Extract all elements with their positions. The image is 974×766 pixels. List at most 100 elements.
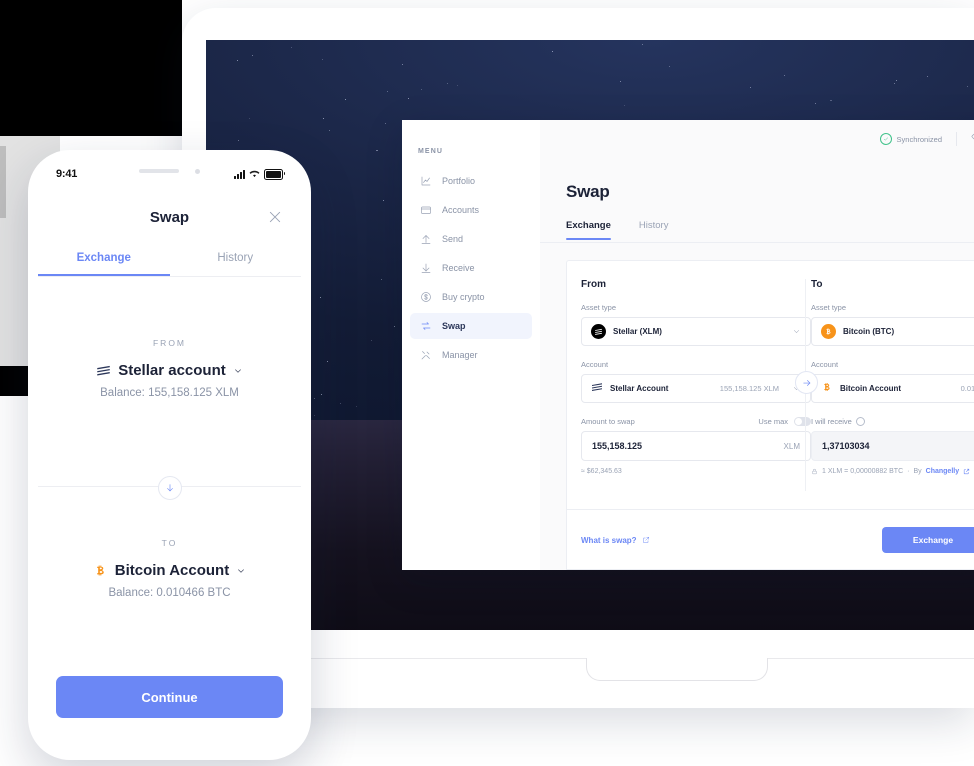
phone-from-balance: Balance: 155,158.125 XLM — [100, 387, 239, 399]
to-receive-label: I will receive — [811, 417, 974, 426]
phone-header: Swap — [38, 198, 301, 236]
phone-tab-exchange[interactable]: Exchange — [38, 240, 170, 276]
arrow-up-icon — [420, 233, 432, 245]
from-amount-input[interactable]: 155,158.125 XLM — [581, 431, 811, 461]
swap-columns: From Asset type Stellar (XLM) Account St… — [567, 261, 974, 509]
to-receive-label-text: I will receive — [811, 417, 852, 426]
exchange-button[interactable]: Exchange — [882, 527, 974, 553]
sidebar-item-receive[interactable]: Receive — [410, 255, 532, 281]
topbar-divider — [956, 132, 957, 146]
sidebar-item-send[interactable]: Send — [410, 226, 532, 252]
from-amount-value: 155,158.125 — [592, 441, 643, 451]
to-title: To — [811, 279, 823, 290]
external-link-icon[interactable] — [963, 468, 970, 475]
info-icon[interactable] — [855, 417, 865, 426]
stellar-coin-icon — [591, 324, 606, 339]
to-asset-select[interactable]: Bitcoin (BTC) — [811, 317, 974, 346]
phone-from-section: FROM Stellar account Balance: 155,158.12… — [38, 338, 301, 399]
to-receive-input: 1,37103034 BTC — [811, 431, 974, 461]
from-asset-label: Asset type — [581, 303, 811, 312]
from-fiat-equivalent: ≈ $62,345.63 — [581, 468, 811, 475]
phone-swap-direction-button[interactable] — [157, 476, 182, 500]
status-icons — [234, 165, 285, 183]
swap-to-column: To Asset type Bitcoin (BTC) Account Bitc… — [811, 279, 974, 475]
desktop-app-window: MENU Portfolio Accounts Send Receive Buy… — [402, 120, 974, 570]
from-asset-label-text: Asset type — [581, 303, 617, 312]
to-account-select[interactable]: Bitcoin Account 0.010466 BTC — [811, 374, 974, 403]
bitcoin-icon — [821, 380, 833, 398]
to-rate-row: 1 XLM = 0,00000882 BTC · By Changelly — [811, 468, 974, 475]
sidebar-item-manager[interactable]: Manager — [410, 342, 532, 368]
from-account-label: Account — [581, 360, 811, 369]
tab-history[interactable]: History — [639, 220, 669, 240]
sidebar-item-buy-crypto[interactable]: Buy crypto — [410, 284, 532, 310]
desktop-tabs: Exchange History — [566, 220, 668, 240]
sync-status-label: Synchronized — [896, 134, 942, 144]
from-asset-select[interactable]: Stellar (XLM) — [581, 317, 811, 346]
use-max-control[interactable]: Use max — [758, 417, 811, 426]
phone-status-bar: 9:41 — [38, 160, 301, 188]
provider-prefix: By — [913, 468, 922, 475]
sidebar-item-swap[interactable]: Swap — [410, 313, 532, 339]
sync-status: Synchronized — [879, 133, 942, 145]
bitcoin-icon — [93, 563, 108, 578]
menu-heading: MENU — [418, 148, 444, 155]
continue-button[interactable]: Continue — [56, 676, 283, 718]
sidebar-item-label: Swap — [442, 321, 466, 331]
sidebar-item-accounts[interactable]: Accounts — [410, 197, 532, 223]
from-amount-unit: XLM — [783, 441, 800, 451]
phone-to-balance: Balance: 0.010466 BTC — [108, 587, 231, 599]
sidebar-item-label: Buy crypto — [442, 292, 485, 302]
to-account-label-text: Account — [811, 360, 839, 369]
sidebar-item-label: Send — [442, 234, 464, 244]
arrow-right-icon — [802, 379, 810, 386]
sidebar-item-label: Portfolio — [442, 176, 476, 186]
use-max-toggle[interactable] — [794, 417, 811, 426]
from-asset-value: Stellar (XLM) — [613, 327, 662, 336]
phone-from-account-name: Stellar account — [118, 362, 226, 379]
from-account-select[interactable]: Stellar Account 155,158.125 XLM — [581, 374, 811, 403]
phone-tab-history[interactable]: History — [170, 240, 302, 276]
phone-to-account[interactable]: Bitcoin Account — [38, 562, 301, 579]
stellar-icon — [591, 380, 603, 398]
tablet-screen: MENU Portfolio Accounts Send Receive Buy… — [206, 40, 974, 630]
arrow-down-icon — [166, 484, 173, 492]
sidebar-item-portfolio[interactable]: Portfolio — [410, 168, 532, 194]
from-fiat-text: ≈ $62,345.63 — [581, 468, 622, 475]
close-icon[interactable] — [267, 209, 283, 225]
status-time: 9:41 — [56, 168, 78, 180]
phone-to-label: TO — [161, 538, 178, 548]
chart-line-icon — [420, 175, 432, 187]
phone-page-title: Swap — [149, 208, 190, 226]
bitcoin-coin-icon — [821, 324, 836, 339]
page-title: Swap — [566, 182, 610, 201]
swap-direction-button[interactable] — [795, 371, 818, 394]
phone-device: 9:41 Swap Exchange History FROM Stellar … — [28, 150, 311, 760]
dollar-circle-icon — [420, 291, 432, 303]
card-bottom-divider — [567, 569, 974, 570]
from-amount-label: Amount to swap Use max — [581, 417, 811, 426]
swap-from-column: From Asset type Stellar (XLM) Account St… — [581, 279, 811, 475]
arrow-down-icon — [420, 262, 432, 274]
what-is-swap-link[interactable]: What is swap? — [581, 536, 650, 545]
tools-icon — [420, 349, 432, 361]
app-main-area: Synchronized Swap Exchange History From … — [540, 120, 974, 570]
phone-to-section: TO Bitcoin Account Balance: 0.010466 BTC — [38, 538, 301, 599]
cellular-bars-icon — [234, 169, 245, 179]
rate-text: 1 XLM = 0,00000882 BTC — [822, 468, 904, 475]
phone-tabs-divider — [38, 275, 301, 277]
from-title: From — [581, 279, 606, 290]
wifi-icon — [249, 165, 260, 183]
app-topbar: Synchronized — [540, 120, 974, 158]
tablet-chin — [206, 658, 974, 697]
tabs-divider — [540, 242, 974, 243]
swap-card: From Asset type Stellar (XLM) Account St… — [566, 260, 974, 570]
chevron-down-icon — [234, 368, 241, 373]
check-circle-icon — [879, 133, 892, 145]
chevron-down-icon — [238, 568, 245, 573]
wallet-icon — [420, 204, 432, 216]
phone-from-account[interactable]: Stellar account — [38, 362, 301, 379]
to-account-value: Bitcoin Account — [840, 384, 902, 393]
tab-exchange[interactable]: Exchange — [566, 220, 611, 240]
provider-link[interactable]: Changelly — [926, 468, 959, 475]
